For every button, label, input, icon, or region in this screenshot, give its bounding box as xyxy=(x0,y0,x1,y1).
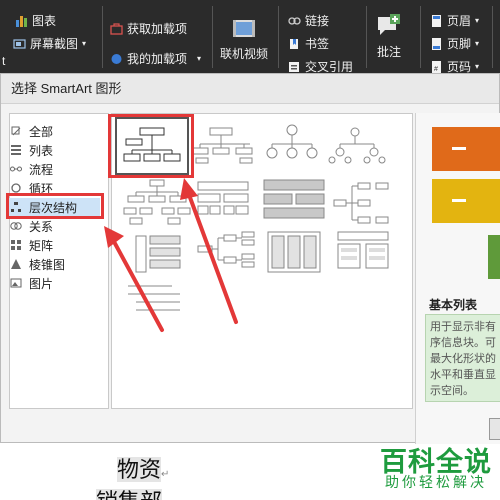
store-icon xyxy=(110,22,123,35)
get-addins-label: 获取加载项 xyxy=(127,22,188,36)
layout-thumbnail-hierarchy[interactable] xyxy=(328,127,386,164)
dialog-title: 选择 SmartArt 图形 xyxy=(1,74,499,104)
chevron-down-icon: ▾ xyxy=(82,39,87,48)
bookmark-icon xyxy=(290,38,298,49)
addins-icon xyxy=(111,53,122,64)
list-icon xyxy=(10,144,22,156)
video-icon xyxy=(233,20,255,37)
page-number-icon: # xyxy=(432,60,441,73)
relationship-icon xyxy=(10,220,22,232)
category-label: 矩阵 xyxy=(29,238,54,253)
online-video-label: 联机视频 xyxy=(220,47,269,61)
screenshot-button[interactable]: 屏幕截图 ▾ xyxy=(13,35,86,52)
layout-thumbnail-labeled-hierarchy[interactable] xyxy=(123,179,191,225)
layout-thumbnail-circle-picture-hierarchy[interactable] xyxy=(266,124,318,159)
layout-thumbnail-nested-boxes[interactable] xyxy=(267,231,321,273)
footer-button[interactable]: 页脚 ▾ xyxy=(430,35,479,52)
smartart-dialog: 选择 SmartArt 图形 全部 列表 流程 循环 层次结构 关系 矩阵 棱锥… xyxy=(0,73,500,444)
svg-text:#: # xyxy=(434,66,438,73)
link-label: 链接 xyxy=(305,14,330,28)
matrix-icon xyxy=(10,239,22,251)
get-addins-button[interactable]: 获取加载项 xyxy=(110,20,187,37)
online-video-button[interactable]: 联机视频 xyxy=(220,16,268,62)
category-list-item[interactable]: 列表 xyxy=(6,141,100,159)
header-label: 页眉 xyxy=(447,14,472,28)
picture-icon xyxy=(10,277,22,289)
category-pyramid[interactable]: 棱锥图 xyxy=(6,255,100,273)
highlight-hierarchy-category xyxy=(6,193,104,219)
my-addins-button[interactable]: 我的加载项 ▾ xyxy=(110,50,201,67)
preview-shape-green xyxy=(488,235,500,279)
preview-image xyxy=(432,127,500,279)
comment-button[interactable]: 批注 xyxy=(376,14,402,60)
footer-label: 页脚 xyxy=(447,37,472,51)
crossref-icon xyxy=(289,61,299,72)
ribbon-partial-left-label: t xyxy=(2,54,6,68)
layout-thumbnail-list-hierarchy[interactable] xyxy=(337,231,389,269)
my-addins-label: 我的加载项 xyxy=(127,52,188,66)
document-line-1: 物资↵ xyxy=(117,457,170,482)
all-icon xyxy=(10,125,22,137)
pyramid-icon xyxy=(10,258,22,270)
chevron-down-icon: ▾ xyxy=(475,39,480,48)
chevron-down-icon: ▾ xyxy=(197,54,202,63)
ribbon-insert-tab: t 图表 屏幕截图 ▾ 获取加载项 我的加载项 ▾ 联机视频 链接 书签 交叉引… xyxy=(0,0,500,74)
preview-description: 用于显示非有序信息块。可最大化形状的水平和垂直显示空间。 xyxy=(425,314,500,402)
category-picture[interactable]: 图片 xyxy=(6,274,100,292)
category-relationship[interactable]: 关系 xyxy=(6,217,100,235)
bookmark-button[interactable]: 书签 xyxy=(288,35,329,52)
brand-slogan: 助你轻松解决 xyxy=(385,474,487,490)
layout-thumbnail-lined-list[interactable] xyxy=(128,285,180,311)
category-label: 全部 xyxy=(29,124,54,139)
layout-thumbnail-architecture-layout[interactable] xyxy=(197,231,255,268)
layout-thumbnail-table-hierarchy[interactable] xyxy=(197,181,249,215)
comment-icon xyxy=(378,14,400,35)
chevron-down-icon: ▾ xyxy=(475,16,480,25)
bookmark-label: 书签 xyxy=(305,37,330,51)
layout-thumbnail-vertical-stack[interactable] xyxy=(135,235,181,273)
layout-thumbnail-horizontal-table[interactable] xyxy=(263,179,325,219)
preview-title: 基本列表 xyxy=(429,298,478,312)
screenshot-label: 屏幕截图 xyxy=(30,37,79,51)
layout-thumbnail-name-title-org[interactable] xyxy=(191,127,253,164)
header-button[interactable]: 页眉 ▾ xyxy=(430,12,479,29)
category-label: 图片 xyxy=(29,276,54,291)
chevron-down-icon: ▾ xyxy=(475,62,480,71)
category-label: 关系 xyxy=(29,219,54,234)
document-line-2: 销售部 xyxy=(96,484,163,500)
link-button[interactable]: 链接 xyxy=(288,12,329,29)
category-label: 列表 xyxy=(29,143,54,158)
footer-icon xyxy=(432,37,441,50)
category-all[interactable]: 全部 xyxy=(6,122,100,140)
chart-icon xyxy=(16,15,27,27)
screenshot-icon xyxy=(13,38,26,49)
comment-label: 批注 xyxy=(376,45,401,59)
category-label: 棱锥图 xyxy=(29,257,66,272)
process-icon xyxy=(10,163,22,175)
category-process[interactable]: 流程 xyxy=(6,160,100,178)
chart-button[interactable]: 图表 xyxy=(15,12,56,29)
chart-label: 图表 xyxy=(32,14,57,28)
header-icon xyxy=(432,14,441,27)
category-matrix[interactable]: 矩阵 xyxy=(6,236,100,254)
category-label: 流程 xyxy=(29,162,54,177)
link-icon xyxy=(288,16,301,25)
layout-thumbnail-horizontal-hierarchy[interactable] xyxy=(333,182,389,224)
highlight-selected-layout xyxy=(108,114,194,178)
